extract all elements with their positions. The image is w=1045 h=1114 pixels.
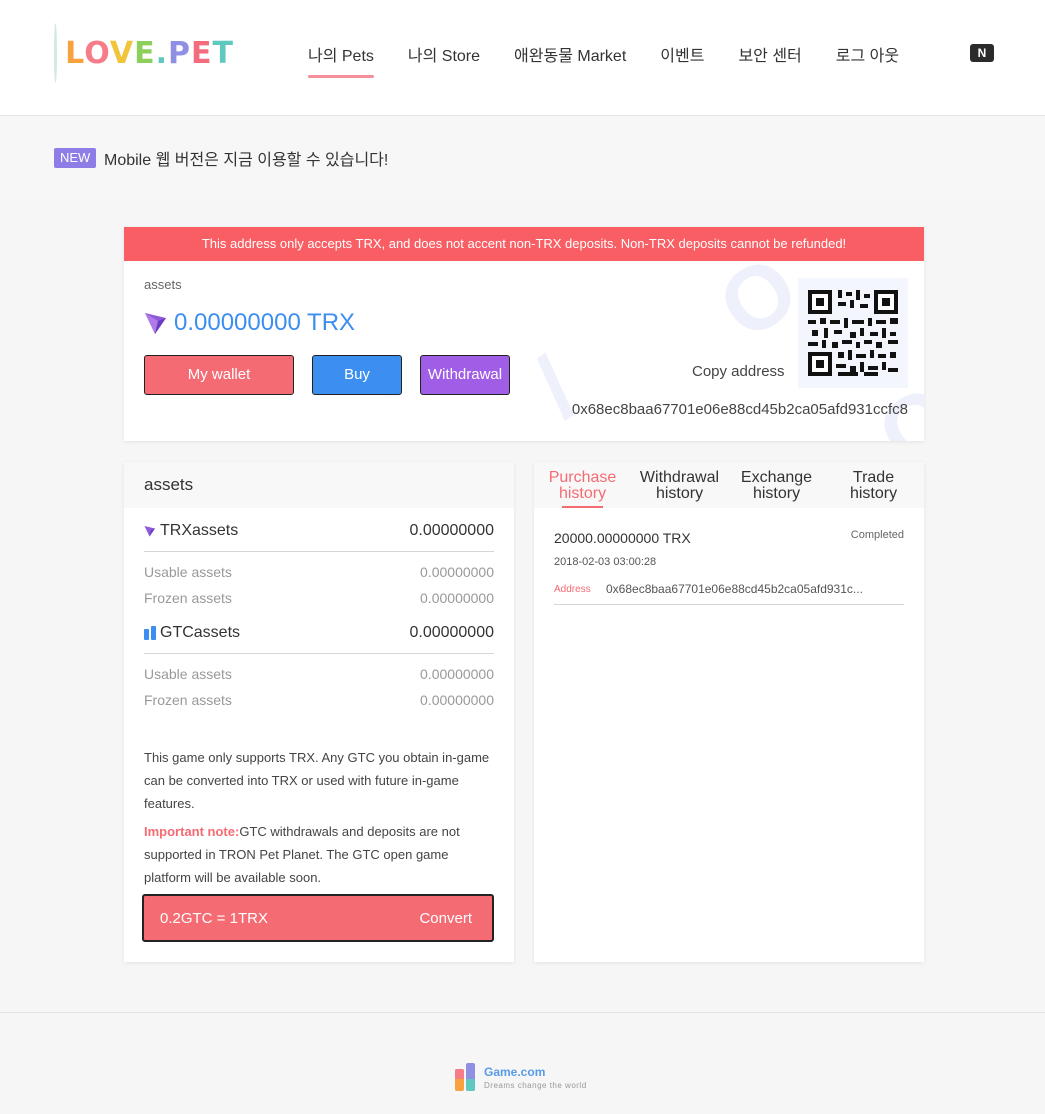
logo-text: LOVE.PET — [65, 35, 234, 71]
copy-address-button[interactable]: Copy address — [692, 363, 785, 380]
important-note: Important note:GTC withdrawals and depos… — [144, 820, 496, 889]
record-date: 2018-02-03 03:00:28 — [554, 556, 657, 568]
trx-usable-row: Usable assets 0.00000000 — [144, 564, 494, 580]
convert-bar[interactable]: 0.2GTC = 1TRX Convert — [142, 894, 494, 942]
tab-exchange-history[interactable]: Exchange history — [728, 462, 825, 508]
tab-label: history — [752, 485, 801, 502]
gtc-frozen-row: Frozen assets 0.00000000 — [144, 692, 494, 708]
tron-icon — [145, 313, 166, 334]
nav-security-center[interactable]: 보안 센터 — [738, 42, 801, 76]
footer: Game.com Dreams change the world — [0, 1012, 1045, 1114]
divider — [554, 604, 904, 605]
assets-card: assets TRXassets 0.00000000 Usable asset… — [124, 462, 514, 962]
tab-purchase-history[interactable]: Purchase history — [534, 462, 631, 508]
nav-pet-market[interactable]: 애완동물 Market — [514, 42, 626, 76]
notice-banner: NEW Mobile 웹 버전은 지금 이용할 수 있습니다! — [0, 116, 1045, 198]
wallet-card: This address only accepts TRX, and does … — [124, 227, 924, 441]
deposit-warning: This address only accepts TRX, and does … — [124, 227, 924, 261]
tron-icon — [144, 526, 155, 537]
gtc-usable-row: Usable assets 0.00000000 — [144, 666, 494, 682]
history-card: Purchase history Withdrawal history Exch… — [534, 462, 924, 962]
trx-assets-value: 0.00000000 — [409, 522, 494, 539]
history-tabs: Purchase history Withdrawal history Exch… — [534, 462, 924, 508]
assets-title: assets — [124, 462, 514, 508]
qr-code-icon — [808, 290, 898, 376]
tab-label: history — [558, 485, 607, 502]
tab-label: Purchase — [548, 469, 617, 486]
footer-slogan: Dreams change the world — [484, 1081, 587, 1090]
record-address-label: Address — [554, 584, 591, 595]
watermark-decoration: / — [517, 339, 596, 437]
header: LOVE.PET 나의 Pets 나의 Store 애완동물 Market 이벤… — [0, 0, 1045, 116]
important-note-label: Important note: — [144, 824, 240, 839]
notification-badge[interactable]: N — [970, 44, 994, 62]
tab-label: history — [849, 485, 898, 502]
dog-logo-icon — [54, 23, 58, 83]
my-wallet-button[interactable]: My wallet — [144, 355, 294, 395]
gtc-info-text: This game only supports TRX. Any GTC you… — [144, 750, 490, 811]
tab-trade-history[interactable]: Trade history — [825, 462, 922, 508]
trx-usable-label: Usable assets — [144, 564, 232, 580]
trx-usable-value: 0.00000000 — [420, 564, 494, 580]
assets-label: assets — [144, 277, 182, 292]
buy-button[interactable]: Buy — [312, 355, 402, 395]
notice-text[interactable]: Mobile 웹 버전은 지금 이용할 수 있습니다! — [104, 146, 388, 170]
record-address: 0x68ec8baa67701e06e88cd45b2ca05afd931c..… — [606, 582, 863, 596]
record-status: Completed — [850, 529, 904, 541]
trx-assets-name: TRXassets — [160, 522, 239, 539]
trx-frozen-value: 0.00000000 — [420, 590, 494, 606]
gtc-assets-row: GTCassets 0.00000000 — [144, 614, 494, 654]
qr-code — [798, 278, 908, 388]
tab-label: Exchange — [740, 469, 813, 486]
nav-logout[interactable]: 로그 아웃 — [836, 42, 899, 76]
record-amount: 20000.00000000 TRX — [554, 530, 691, 546]
nav-my-pets[interactable]: 나의 Pets — [308, 42, 374, 78]
tab-label: Withdrawal — [639, 469, 720, 486]
tab-label: history — [655, 485, 704, 502]
main-nav: 나의 Pets 나의 Store 애완동물 Market 이벤트 보안 센터 로… — [308, 42, 933, 78]
footer-brand[interactable]: Game.com — [484, 1065, 545, 1079]
gtc-assets-value: 0.00000000 — [409, 624, 494, 641]
nav-events[interactable]: 이벤트 — [660, 42, 704, 76]
new-tag: NEW — [54, 148, 97, 168]
nav-my-store[interactable]: 나의 Store — [408, 42, 480, 76]
convert-rate: 0.2GTC = 1TRX — [160, 910, 268, 927]
gtc-usable-label: Usable assets — [144, 666, 232, 682]
trx-frozen-label: Frozen assets — [144, 590, 232, 606]
wallet-address[interactable]: 0x68ec8baa67701e06e88cd45b2ca05afd931ccf… — [572, 401, 908, 418]
logo[interactable]: LOVE.PET — [54, 22, 234, 84]
trx-assets-row: TRXassets 0.00000000 — [144, 512, 494, 552]
trx-balance: 0.00000000 TRX — [174, 309, 356, 336]
gtc-frozen-label: Frozen assets — [144, 692, 232, 708]
gtc-frozen-value: 0.00000000 — [420, 692, 494, 708]
gtc-icon — [144, 626, 156, 640]
trx-frozen-row: Frozen assets 0.00000000 — [144, 590, 494, 606]
convert-button[interactable]: Convert — [419, 910, 472, 927]
tab-withdrawal-history[interactable]: Withdrawal history — [631, 462, 728, 508]
game-com-logo-icon — [455, 1063, 475, 1091]
tab-label: Trade — [852, 469, 895, 486]
gtc-usable-value: 0.00000000 — [420, 666, 494, 682]
withdrawal-button[interactable]: Withdrawal — [420, 355, 510, 395]
gtc-assets-name: GTCassets — [160, 624, 241, 641]
